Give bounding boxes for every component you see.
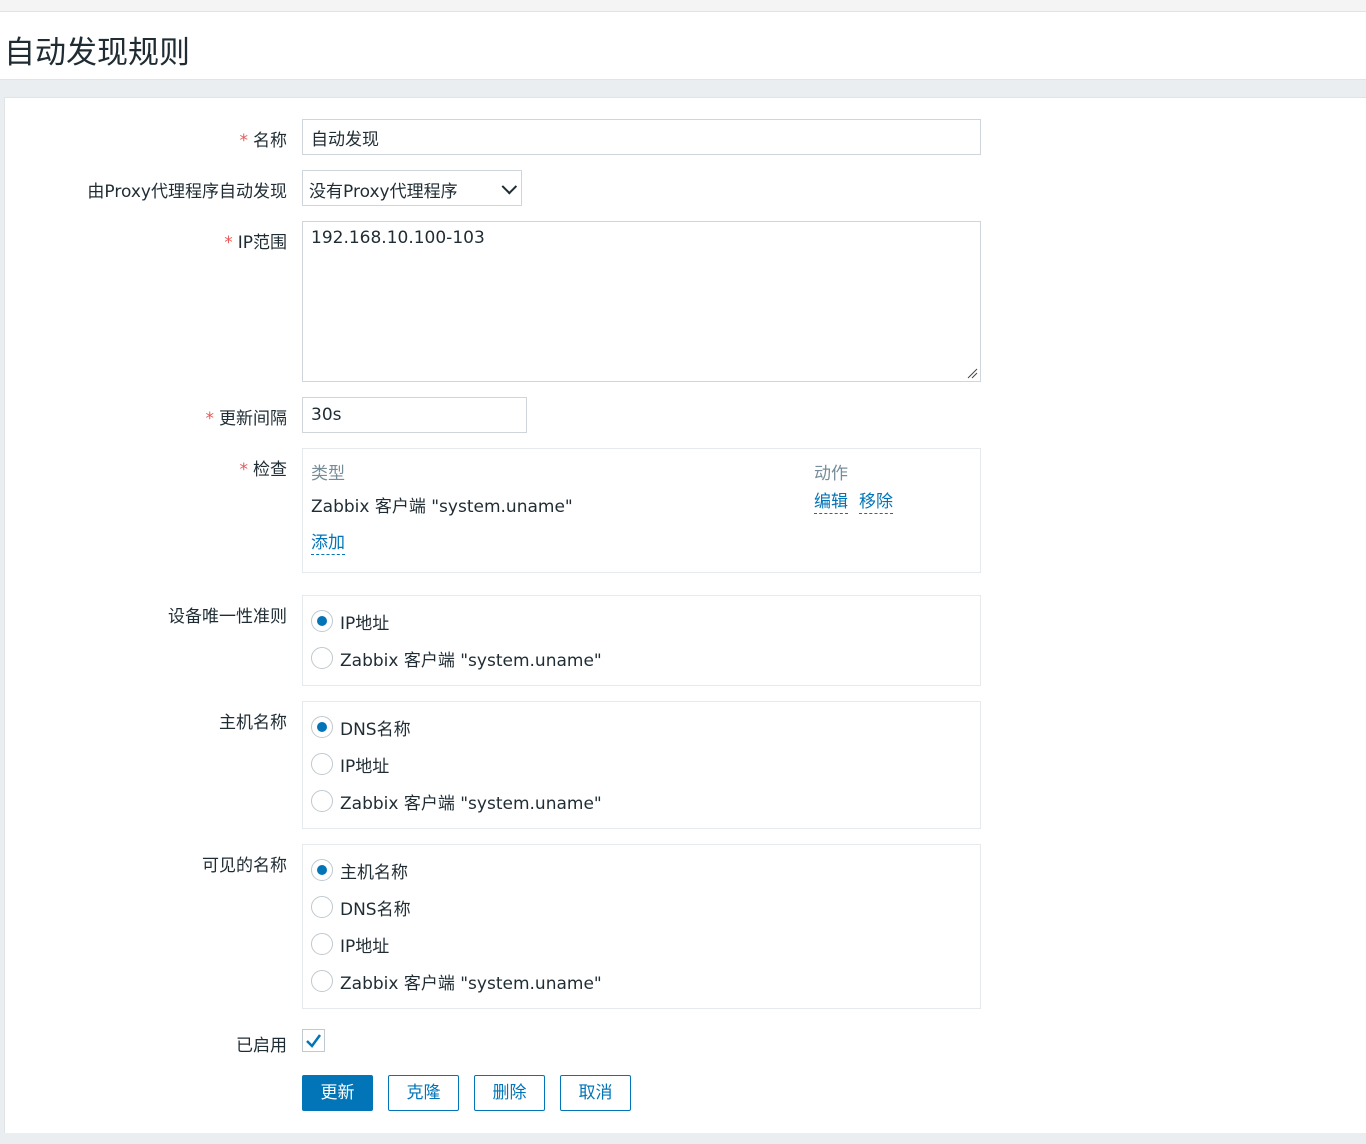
host-name-radio-group: DNS名称 IP地址 Zabbix 客户端 "system.uname" xyxy=(302,701,981,829)
ip-range-label: * IP范围 xyxy=(224,233,287,253)
checks-label: * 检查 xyxy=(239,460,288,480)
col-type-header: 类型 xyxy=(311,464,345,484)
enabled-label: 已启用 xyxy=(236,1036,287,1056)
required-marker: * xyxy=(205,409,215,429)
clone-button[interactable]: 克隆 xyxy=(388,1075,459,1111)
radio-button[interactable] xyxy=(311,610,333,632)
page-header: 自动发现规则 xyxy=(0,12,1366,80)
ip-range-textarea[interactable]: 192.168.10.100-103 xyxy=(302,221,981,382)
radio-button[interactable] xyxy=(311,716,333,738)
radio-button[interactable] xyxy=(311,753,333,775)
required-marker: * xyxy=(239,460,249,480)
ip-range-value: 192.168.10.100-103 xyxy=(311,228,485,248)
radio-button[interactable] xyxy=(311,859,333,881)
required-marker: * xyxy=(224,233,233,253)
check-remove-link[interactable]: 移除 xyxy=(859,491,893,514)
check-type-cell: Zabbix 客户端 "system.uname" xyxy=(311,497,573,517)
interval-label: * 更新间隔 xyxy=(205,409,288,429)
visible-name-option-agent[interactable]: Zabbix 客户端 "system.uname" xyxy=(311,969,602,994)
resize-grip-icon[interactable] xyxy=(966,367,978,379)
radio-button[interactable] xyxy=(311,933,333,955)
host-name-option-ip[interactable]: IP地址 xyxy=(311,752,389,777)
uniqueness-option-agent[interactable]: Zabbix 客户端 "system.uname" xyxy=(311,646,602,671)
name-input[interactable] xyxy=(302,119,981,155)
radio-button[interactable] xyxy=(311,790,333,812)
visible-name-option-ip[interactable]: IP地址 xyxy=(311,932,389,957)
visible-name-radio-group: 主机名称 DNS名称 IP地址 Zabbix 客户端 "system.uname… xyxy=(302,844,981,1009)
host-name-option-dns[interactable]: DNS名称 xyxy=(311,715,411,740)
checkmark-icon xyxy=(306,1034,322,1048)
proxy-select-value: 没有Proxy代理程序 xyxy=(309,182,458,202)
check-add-link[interactable]: 添加 xyxy=(311,532,345,555)
host-name-option-agent[interactable]: Zabbix 客户端 "system.uname" xyxy=(311,789,602,814)
radio-button[interactable] xyxy=(311,647,333,669)
proxy-select[interactable]: 没有Proxy代理程序 xyxy=(302,170,522,206)
required-marker: * xyxy=(239,131,249,151)
cancel-button[interactable]: 取消 xyxy=(560,1075,631,1111)
col-action-header: 动作 xyxy=(814,464,848,484)
enabled-checkbox[interactable] xyxy=(302,1029,325,1052)
proxy-label: 由Proxy代理程序自动发现 xyxy=(87,182,287,202)
visible-name-option-host[interactable]: 主机名称 xyxy=(311,858,408,883)
host-name-label: 主机名称 xyxy=(219,713,287,733)
check-edit-link[interactable]: 编辑 xyxy=(814,491,848,514)
name-label: * 名称 xyxy=(239,131,288,151)
interval-input[interactable] xyxy=(302,397,527,433)
checks-table: 类型 动作 Zabbix 客户端 "system.uname" 编辑 移除 添加 xyxy=(302,448,981,573)
delete-button[interactable]: 删除 xyxy=(474,1075,545,1111)
chevron-down-icon xyxy=(501,178,518,195)
update-button[interactable]: 更新 xyxy=(302,1075,373,1111)
visible-name-label: 可见的名称 xyxy=(202,856,287,876)
page-title: 自动发现规则 xyxy=(4,35,190,71)
visible-name-option-dns[interactable]: DNS名称 xyxy=(311,895,411,920)
uniqueness-label: 设备唯一性准则 xyxy=(168,607,287,627)
radio-button[interactable] xyxy=(311,970,333,992)
top-bar xyxy=(0,0,1366,12)
radio-button[interactable] xyxy=(311,896,333,918)
uniqueness-option-ip[interactable]: IP地址 xyxy=(311,609,389,634)
uniqueness-radio-group: IP地址 Zabbix 客户端 "system.uname" xyxy=(302,595,981,686)
